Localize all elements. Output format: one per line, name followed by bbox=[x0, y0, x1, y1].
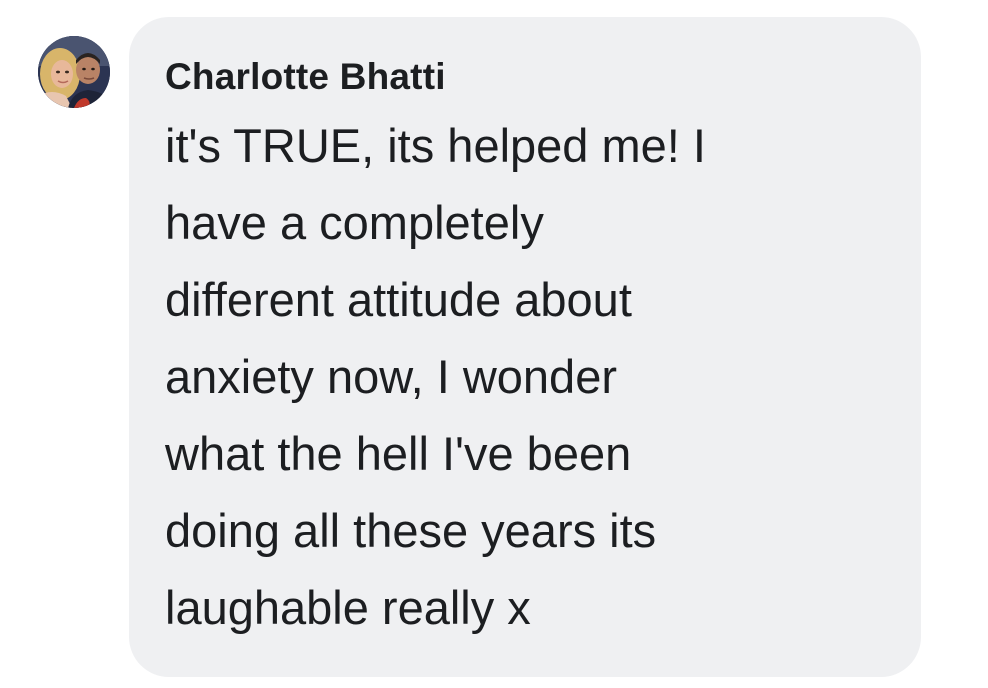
comment-text-line: what the hell I've been bbox=[165, 427, 632, 480]
comment-author-name[interactable]: Charlotte Bhatti bbox=[165, 55, 891, 99]
comment-bubble: Charlotte Bhatti it's TRUE, its helped m… bbox=[129, 17, 921, 677]
profile-photo-icon bbox=[38, 36, 110, 108]
avatar[interactable] bbox=[38, 36, 110, 108]
comment: Charlotte Bhatti it's TRUE, its helped m… bbox=[0, 0, 988, 688]
comment-text-line: laughable really x bbox=[165, 581, 531, 634]
comment-text-line: doing all these years its bbox=[165, 504, 657, 557]
comment-text-line: different attitude about bbox=[165, 273, 632, 326]
comment-text: it's TRUE, its helped me! I have a compl… bbox=[165, 107, 865, 646]
comment-text-line: anxiety now, I wonder bbox=[165, 350, 617, 403]
comment-text-line: have a completely bbox=[165, 196, 544, 249]
comment-text-line: it's TRUE, its helped me! I bbox=[165, 119, 706, 172]
